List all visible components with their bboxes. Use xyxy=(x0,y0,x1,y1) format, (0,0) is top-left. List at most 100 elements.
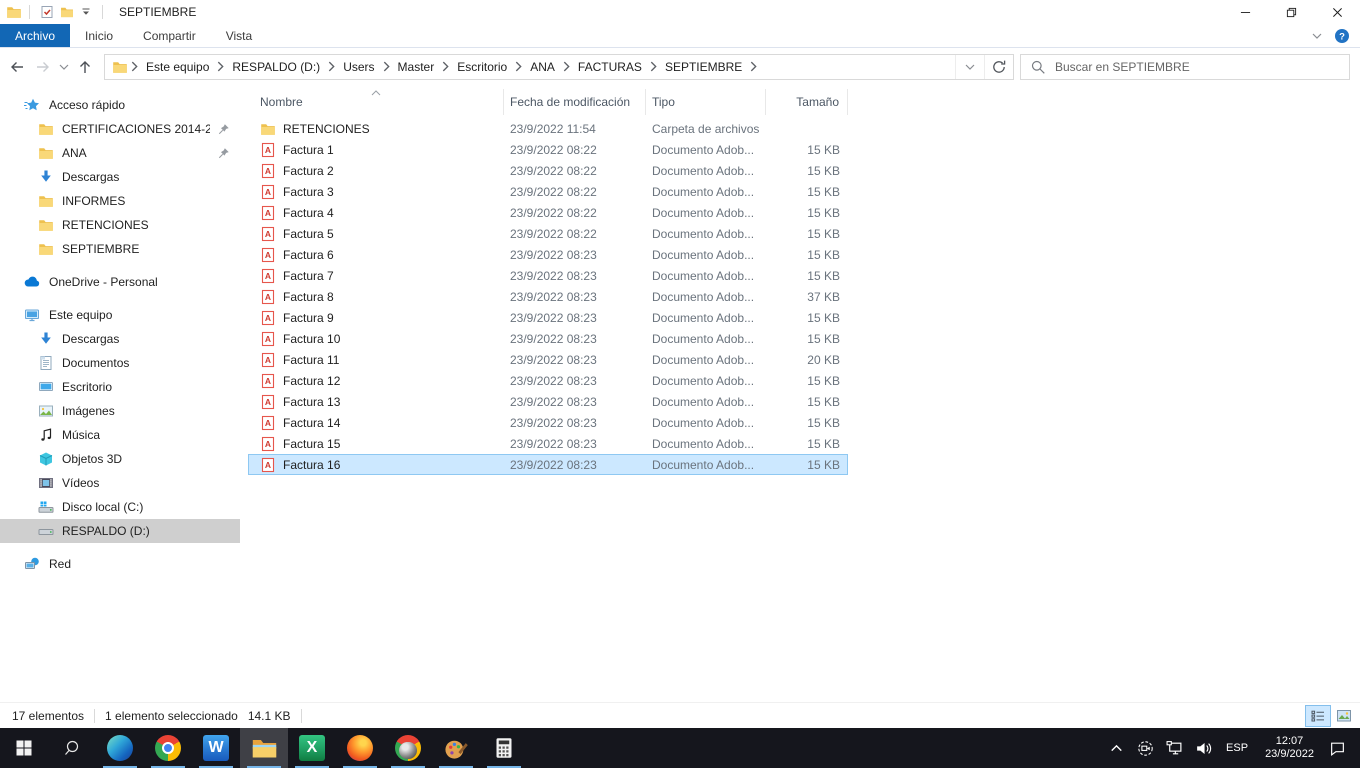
sidebar-item-respaldo-d[interactable]: RESPALDO (D:) xyxy=(0,519,240,543)
file-row-factura-7[interactable]: AFactura 723/9/2022 08:23Documento Adob.… xyxy=(248,265,848,286)
taskbar-firefox-button[interactable] xyxy=(336,728,384,768)
search-input[interactable] xyxy=(1055,60,1340,74)
up-arrow-icon xyxy=(77,59,93,75)
sidebar-section-acceso-rapido[interactable]: Acceso rápido xyxy=(0,93,240,117)
breadcrumb-item-escritorio[interactable]: Escritorio xyxy=(452,60,512,74)
sidebar-item-imagenes[interactable]: Imágenes xyxy=(0,399,240,423)
svg-text:A: A xyxy=(265,208,271,218)
customize-quick-access-icon[interactable] xyxy=(80,7,92,17)
column-header-tamano[interactable]: Tamaño xyxy=(766,89,848,115)
sidebar-item-documentos[interactable]: Documentos xyxy=(0,351,240,375)
minimize-button[interactable] xyxy=(1222,0,1268,24)
sidebar-item-descargas[interactable]: Descargas xyxy=(0,327,240,351)
sidebar-item-disco-local-c[interactable]: Disco local (C:) xyxy=(0,495,240,519)
file-row-factura-16[interactable]: AFactura 1623/9/2022 08:23Documento Adob… xyxy=(248,454,848,475)
back-button[interactable] xyxy=(4,54,30,80)
breadcrumb-item-este-equipo[interactable]: Este equipo xyxy=(141,60,214,74)
sidebar-item-informes[interactable]: INFORMES xyxy=(0,189,240,213)
svg-text:A: A xyxy=(265,166,271,176)
thumbnails-view-button[interactable] xyxy=(1331,705,1357,727)
taskbar-search-button[interactable] xyxy=(48,728,96,768)
recent-locations-button[interactable] xyxy=(56,54,72,80)
help-icon[interactable]: ? xyxy=(1334,28,1350,44)
up-button[interactable] xyxy=(72,54,98,80)
sidebar-item-musica[interactable]: Música xyxy=(0,423,240,447)
taskbar-calculator-button[interactable] xyxy=(480,728,528,768)
taskbar-chrome-app-button[interactable] xyxy=(384,728,432,768)
breadcrumb-item-ana[interactable]: ANA xyxy=(525,60,560,74)
column-header-fecha[interactable]: Fecha de modificación xyxy=(504,89,646,115)
sidebar-section-red[interactable]: Red xyxy=(0,552,240,576)
file-row-factura-9[interactable]: AFactura 923/9/2022 08:23Documento Adob.… xyxy=(248,307,848,328)
pdf-file-icon: A xyxy=(260,373,276,389)
file-row-factura-10[interactable]: AFactura 1023/9/2022 08:23Documento Adob… xyxy=(248,328,848,349)
action-center-icon[interactable] xyxy=(1329,740,1346,757)
file-row-factura-1[interactable]: AFactura 123/9/2022 08:22Documento Adob.… xyxy=(248,139,848,160)
sidebar-item-retenciones[interactable]: RETENCIONES xyxy=(0,213,240,237)
file-name-cell: AFactura 12 xyxy=(248,370,504,391)
address-bar[interactable]: Este equipo RESPALDO (D:) Users Master Escri… xyxy=(104,54,1014,80)
sidebar-item-escritorio[interactable]: Escritorio xyxy=(0,375,240,399)
ribbon-tab-compartir[interactable]: Compartir xyxy=(128,24,211,47)
file-size: 15 KB xyxy=(766,307,848,328)
sidebar-item-descargas[interactable]: Descargas xyxy=(0,165,240,189)
file-row-factura-4[interactable]: AFactura 423/9/2022 08:22Documento Adob.… xyxy=(248,202,848,223)
file-row-factura-13[interactable]: AFactura 1323/9/2022 08:23Documento Adob… xyxy=(248,391,848,412)
language-indicator[interactable]: ESP xyxy=(1218,742,1256,754)
taskbar-clock[interactable]: 12:07 23/9/2022 xyxy=(1256,735,1323,761)
new-folder-qat-icon[interactable] xyxy=(60,5,74,19)
breadcrumb-item-facturas[interactable]: FACTURAS xyxy=(573,60,647,74)
sidebar-item-septiembre[interactable]: SEPTIEMBRE xyxy=(0,237,240,261)
breadcrumb-item-master[interactable]: Master xyxy=(393,60,440,74)
file-row-factura-5[interactable]: AFactura 523/9/2022 08:22Documento Adob.… xyxy=(248,223,848,244)
pin-icon xyxy=(218,147,230,159)
column-label: Fecha de modificación xyxy=(510,95,630,109)
file-type: Documento Adob... xyxy=(646,202,766,223)
restore-button[interactable] xyxy=(1268,0,1314,24)
taskbar-start-button[interactable] xyxy=(0,728,48,768)
taskbar-explorer-button[interactable] xyxy=(240,728,288,768)
sidebar-item-ana[interactable]: ANA xyxy=(0,141,240,165)
ribbon-tab-vista[interactable]: Vista xyxy=(211,24,267,47)
sidebar-section-este-equipo[interactable]: Este equipo xyxy=(0,303,240,327)
ribbon-tab-inicio[interactable]: Inicio xyxy=(70,24,128,47)
file-row-factura-6[interactable]: AFactura 623/9/2022 08:23Documento Adob.… xyxy=(248,244,848,265)
column-header-tipo[interactable]: Tipo xyxy=(646,89,766,115)
file-row-factura-15[interactable]: AFactura 1523/9/2022 08:23Documento Adob… xyxy=(248,433,848,454)
file-row-factura-3[interactable]: AFactura 323/9/2022 08:22Documento Adob.… xyxy=(248,181,848,202)
sidebar-item-label: Descargas xyxy=(62,332,119,346)
close-button[interactable] xyxy=(1314,0,1360,24)
breadcrumb-item-users[interactable]: Users xyxy=(338,60,379,74)
sidebar-item-certificaciones-2014-2019[interactable]: CERTIFICACIONES 2014-2019 xyxy=(0,117,240,141)
file-row-factura-2[interactable]: AFactura 223/9/2022 08:22Documento Adob.… xyxy=(248,160,848,181)
taskbar-excel-button[interactable] xyxy=(288,728,336,768)
volume-icon[interactable] xyxy=(1195,740,1212,757)
file-row-factura-12[interactable]: AFactura 1223/9/2022 08:23Documento Adob… xyxy=(248,370,848,391)
taskbar-word-button[interactable] xyxy=(192,728,240,768)
svg-text:?: ? xyxy=(1339,31,1345,42)
tray-expand-icon[interactable] xyxy=(1108,740,1125,757)
sidebar-section-onedrive-personal[interactable]: OneDrive - Personal xyxy=(0,270,240,294)
properties-qat-icon[interactable] xyxy=(40,5,54,19)
column-header-nombre[interactable]: Nombre xyxy=(248,89,504,115)
forward-button[interactable] xyxy=(30,54,56,80)
taskbar-paint-button[interactable] xyxy=(432,728,480,768)
sidebar-item-objetos-3d[interactable]: Objetos 3D xyxy=(0,447,240,471)
breadcrumb-item-respaldo-d[interactable]: RESPALDO (D:) xyxy=(227,60,325,74)
network-tray-icon[interactable] xyxy=(1166,740,1183,757)
expand-ribbon-icon[interactable] xyxy=(1312,32,1322,40)
meet-now-icon[interactable] xyxy=(1137,740,1154,757)
file-row-retenciones[interactable]: RETENCIONES23/9/2022 11:54Carpeta de arc… xyxy=(248,118,848,139)
file-row-factura-11[interactable]: AFactura 1123/9/2022 08:23Documento Adob… xyxy=(248,349,848,370)
sidebar-item-videos[interactable]: Vídeos xyxy=(0,471,240,495)
file-row-factura-14[interactable]: AFactura 1423/9/2022 08:23Documento Adob… xyxy=(248,412,848,433)
file-row-factura-8[interactable]: AFactura 823/9/2022 08:23Documento Adob.… xyxy=(248,286,848,307)
pdf-file-icon: A xyxy=(260,184,276,200)
details-view-button[interactable] xyxy=(1305,705,1331,727)
taskbar-edge-button[interactable] xyxy=(96,728,144,768)
taskbar-chrome-button[interactable] xyxy=(144,728,192,768)
ribbon-tab-archivo[interactable]: Archivo xyxy=(0,24,70,47)
address-dropdown-button[interactable] xyxy=(955,55,984,79)
breadcrumb-item-septiembre[interactable]: SEPTIEMBRE xyxy=(660,60,747,74)
refresh-button[interactable] xyxy=(984,55,1013,79)
